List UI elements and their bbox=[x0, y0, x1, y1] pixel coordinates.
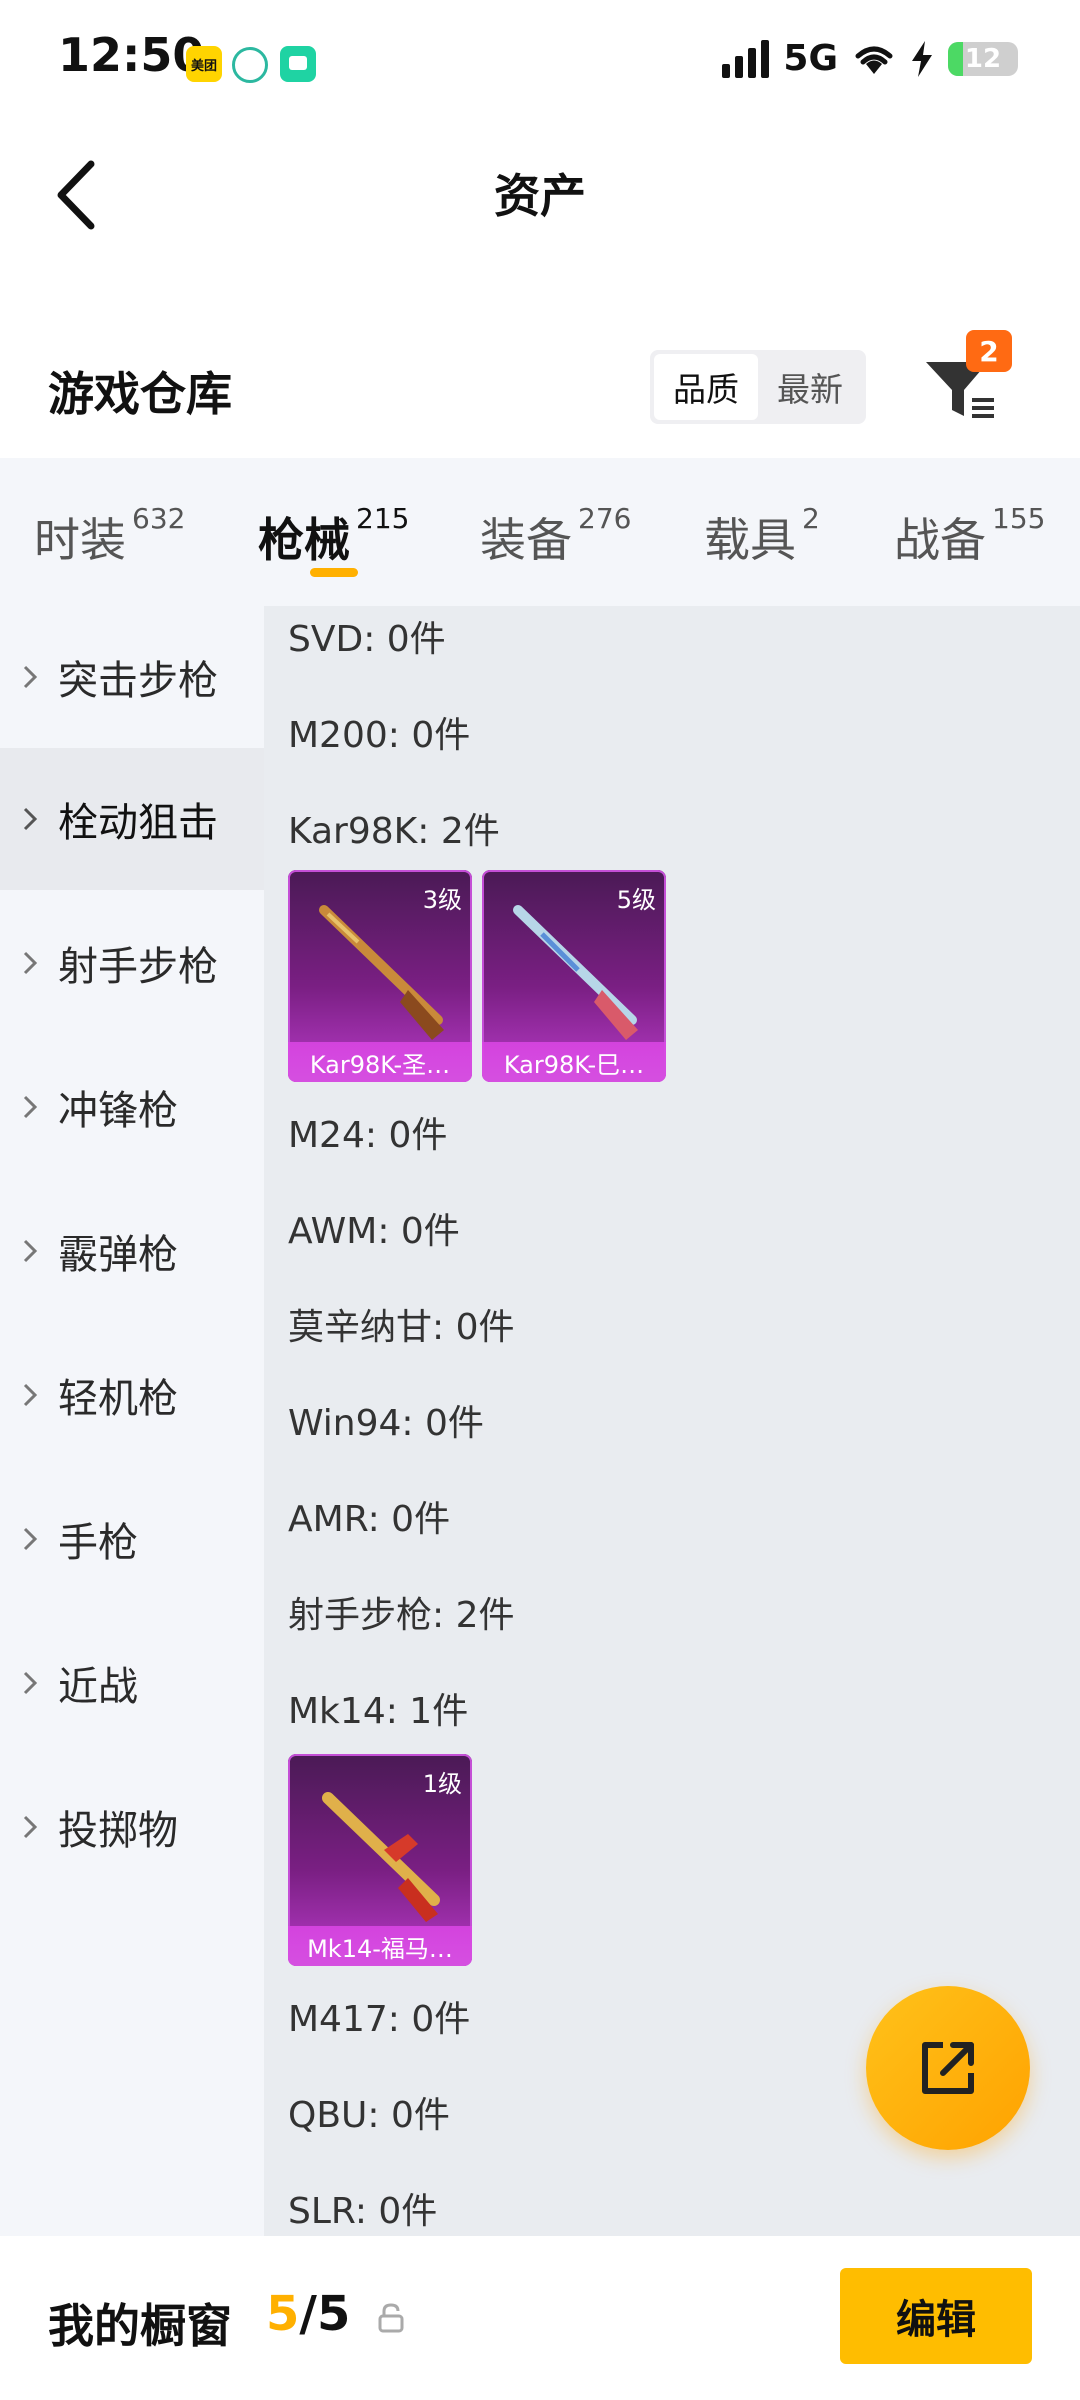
sort-latest-button[interactable]: 最新 bbox=[758, 354, 862, 420]
tab-count: 276 bbox=[578, 502, 632, 535]
sidebar-item-melee[interactable]: 近战 bbox=[0, 1612, 264, 1754]
sidebar-item-label: 轻机枪 bbox=[58, 1376, 178, 1422]
sidebar-item-throwable[interactable]: 投掷物 bbox=[0, 1756, 264, 1898]
status-time: 12:50 bbox=[58, 28, 205, 82]
chevron-right-icon bbox=[22, 950, 52, 976]
tab-vehicles[interactable]: 载具 2 bbox=[704, 502, 820, 570]
showcase-total: 5 bbox=[316, 2286, 351, 2342]
sidebar-item-marksman-rifle[interactable]: 射手步枪 bbox=[0, 892, 264, 1034]
chevron-right-icon bbox=[22, 1382, 52, 1408]
sidebar-item-smg[interactable]: 冲锋枪 bbox=[0, 1036, 264, 1178]
tab-label: 载具 bbox=[704, 513, 796, 567]
tab-label: 装备 bbox=[480, 513, 572, 567]
chat-icon bbox=[280, 46, 316, 82]
sidebar: 突击步枪 栓动狙击 射手步枪 冲锋枪 霰弹枪 轻机枪 手枪 近战 投掷物 bbox=[0, 606, 264, 2236]
active-tab-indicator bbox=[310, 568, 358, 577]
share-icon bbox=[922, 2042, 974, 2094]
edit-button[interactable]: 编辑 bbox=[840, 2268, 1032, 2364]
sidebar-item-shotgun[interactable]: 霰弹枪 bbox=[0, 1180, 264, 1322]
chevron-right-icon bbox=[22, 1526, 52, 1552]
sidebar-item-pistol[interactable]: 手枪 bbox=[0, 1468, 264, 1610]
chevron-right-icon bbox=[22, 1814, 52, 1840]
tab-label: 枪械 bbox=[258, 513, 350, 567]
battery-icon: 12 bbox=[948, 41, 1018, 76]
weapon-row-m24: M24: 0件 bbox=[288, 1115, 448, 1156]
showcase-count: 5/5 bbox=[266, 2286, 350, 2342]
sidebar-item-label: 冲锋枪 bbox=[58, 1088, 178, 1134]
weapon-row-svd: SVD: 0件 bbox=[288, 619, 446, 660]
chevron-right-icon bbox=[22, 806, 52, 832]
chevron-right-icon bbox=[22, 1094, 52, 1120]
warehouse-title: 游戏仓库 bbox=[48, 367, 232, 421]
weapon-row-slr: SLR: 0件 bbox=[288, 2191, 438, 2232]
battery-level: 12 bbox=[964, 43, 1002, 74]
sidebar-item-label: 栓动狙击 bbox=[58, 800, 218, 846]
tab-label: 战备 bbox=[894, 513, 986, 567]
weapon-row-marksman: 射手步枪: 2件 bbox=[288, 1595, 515, 1636]
tab-gear[interactable]: 战备 155 bbox=[894, 502, 1046, 570]
network-type: 5G bbox=[783, 38, 838, 79]
page-title: 资产 bbox=[494, 169, 586, 223]
sort-toggle: 品质 最新 bbox=[650, 350, 866, 424]
sidebar-item-label: 射手步枪 bbox=[58, 944, 218, 990]
wifi-icon bbox=[855, 46, 893, 74]
sort-quality-button[interactable]: 品质 bbox=[654, 354, 758, 420]
tab-label: 时装 bbox=[34, 513, 126, 567]
tab-firearms[interactable]: 枪械 215 bbox=[258, 502, 410, 570]
weapon-card[interactable]: 1级 Mk14-福马… bbox=[288, 1754, 472, 1966]
sidebar-item-assault-rifle[interactable]: 突击步枪 bbox=[0, 606, 264, 748]
tab-fashion[interactable]: 时装 632 bbox=[34, 502, 186, 570]
tab-count: 2 bbox=[802, 502, 820, 535]
tab-count: 215 bbox=[356, 502, 410, 535]
showcase-label: 我的橱窗 bbox=[48, 2299, 232, 2353]
charging-icon bbox=[912, 40, 932, 77]
card-level: 3级 bbox=[422, 886, 462, 914]
sidebar-item-label: 突击步枪 bbox=[58, 658, 218, 704]
lock-icon bbox=[376, 2302, 406, 2338]
weapon-row-mk14: Mk14: 1件 bbox=[288, 1691, 469, 1732]
status-indicators: 5G 12 bbox=[722, 38, 1018, 79]
chevron-right-icon bbox=[22, 664, 52, 690]
weapon-row-amr: AMR: 0件 bbox=[288, 1499, 451, 1540]
share-button[interactable] bbox=[866, 1986, 1030, 2150]
sidebar-item-label: 近战 bbox=[58, 1664, 138, 1710]
card-level: 5级 bbox=[616, 886, 656, 914]
sidebar-item-label: 手枪 bbox=[58, 1520, 138, 1566]
tab-count: 155 bbox=[992, 502, 1046, 535]
showcase-separator: / bbox=[299, 2286, 317, 2342]
card-name: Kar98K-圣… bbox=[288, 1042, 472, 1082]
sidebar-item-bolt-sniper[interactable]: 栓动狙击 bbox=[0, 748, 264, 890]
meituan-icon: 美团 bbox=[186, 46, 222, 82]
card-name: Kar98K-巳… bbox=[482, 1042, 666, 1082]
category-tabs: 时装 632 枪械 215 装备 276 载具 2 战备 155 bbox=[0, 458, 1080, 606]
weapon-row-win94: Win94: 0件 bbox=[288, 1403, 484, 1444]
weapon-row-kar98k: Kar98K: 2件 bbox=[288, 811, 500, 852]
tab-count: 632 bbox=[132, 502, 186, 535]
sidebar-item-label: 霰弹枪 bbox=[58, 1232, 178, 1278]
weapon-card[interactable]: 3级 Kar98K-圣… bbox=[288, 870, 472, 1082]
leaf-icon bbox=[232, 47, 268, 83]
weapon-row-awm: AWM: 0件 bbox=[288, 1211, 460, 1252]
chevron-right-icon bbox=[22, 1670, 52, 1696]
weapon-row-m200: M200: 0件 bbox=[288, 715, 471, 756]
tab-equipment[interactable]: 装备 276 bbox=[480, 502, 632, 570]
chevron-right-icon bbox=[22, 1238, 52, 1264]
weapon-row-qbu: QBU: 0件 bbox=[288, 2095, 450, 2136]
weapon-card[interactable]: 5级 Kar98K-巳… bbox=[482, 870, 666, 1082]
signal-icon bbox=[722, 39, 770, 78]
showcase-current: 5 bbox=[266, 2286, 300, 2342]
sidebar-item-lmg[interactable]: 轻机枪 bbox=[0, 1324, 264, 1466]
weapon-row-m417: M417: 0件 bbox=[288, 1999, 471, 2040]
sidebar-item-label: 投掷物 bbox=[58, 1808, 178, 1854]
card-level: 1级 bbox=[422, 1770, 462, 1798]
card-name: Mk14-福马… bbox=[288, 1926, 472, 1966]
weapon-row-mosin: 莫辛纳甘: 0件 bbox=[288, 1307, 515, 1348]
filter-count-badge: 2 bbox=[966, 330, 1012, 372]
